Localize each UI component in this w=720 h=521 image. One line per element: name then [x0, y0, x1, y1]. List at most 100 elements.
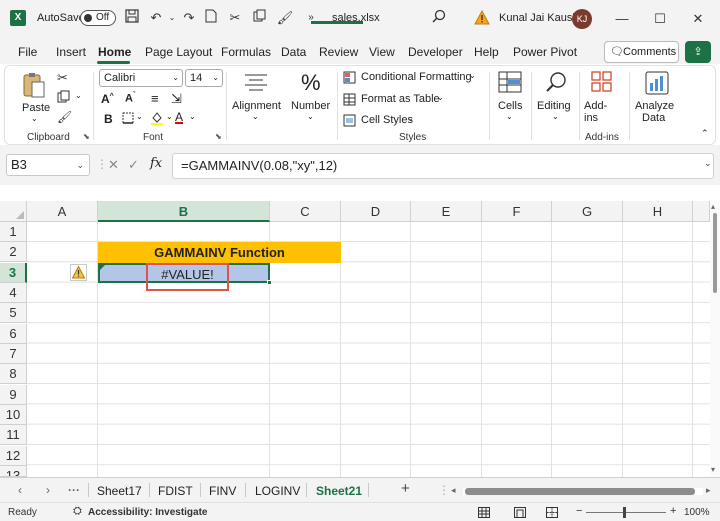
normal-view-icon[interactable]	[478, 507, 490, 521]
hscroll-left-icon[interactable]: ◂	[451, 485, 456, 496]
column-header-e[interactable]: E	[411, 201, 482, 222]
sheet-tab-sheet21[interactable]: Sheet21	[316, 484, 362, 498]
copy-dropdown-icon[interactable]: ⌄	[75, 91, 82, 100]
formula-input[interactable]: =GAMMAINV(0.08,"xy",12)	[172, 153, 714, 179]
zoom-in-icon[interactable]: +	[670, 505, 676, 517]
analyze-data-button[interactable]: Analyze Data	[633, 70, 681, 130]
menu-help[interactable]: Help	[474, 45, 499, 59]
minimize-icon[interactable]: —	[612, 9, 632, 29]
alignment-button[interactable]: Alignment ⌄	[230, 70, 282, 130]
row-header-10[interactable]: 10	[0, 405, 27, 425]
editing-button[interactable]: Editing ⌄	[535, 70, 575, 130]
row-header-12[interactable]: 12	[0, 446, 27, 466]
font-color-icon[interactable]: A	[175, 110, 183, 124]
menu-insert[interactable]: Insert	[56, 45, 86, 59]
cancel-entry-icon[interactable]: ✕	[108, 157, 119, 173]
decrease-font-icon[interactable]: Aˇ	[125, 92, 135, 105]
zoom-slider[interactable]	[586, 512, 666, 513]
column-header-f[interactable]: F	[482, 201, 552, 222]
column-header-c[interactable]: C	[270, 201, 341, 222]
accessibility-icon[interactable]: ⛭	[73, 505, 82, 518]
row-header-5[interactable]: 5	[0, 303, 27, 323]
vertical-scroll-thumb[interactable]	[713, 213, 717, 293]
column-header-g[interactable]: G	[552, 201, 623, 222]
search-icon[interactable]	[430, 9, 448, 27]
error-options-button[interactable]	[70, 264, 87, 281]
page-break-view-icon[interactable]	[546, 507, 558, 521]
menu-home[interactable]: Home	[98, 45, 131, 59]
font-launcher-icon[interactable]: ⬊	[215, 132, 222, 141]
copy-icon[interactable]	[250, 9, 268, 27]
filename-chevron-icon[interactable]: »	[302, 9, 320, 27]
new-file-icon[interactable]	[202, 9, 220, 27]
cell-styles-button[interactable]: Cell Styles ⌄	[343, 113, 433, 131]
menu-power-pivot[interactable]: Power Pivot	[513, 45, 577, 59]
column-header-b[interactable]: B	[98, 201, 270, 222]
wrap-icon[interactable]: ⇲	[171, 91, 182, 107]
increase-font-icon[interactable]: A^	[101, 92, 114, 106]
column-header-h[interactable]: H	[623, 201, 693, 222]
menu-data[interactable]: Data	[281, 45, 306, 59]
accessibility-status[interactable]: Accessibility: Investigate	[88, 507, 208, 518]
row-header-11[interactable]: 11	[0, 425, 27, 445]
page-layout-view-icon[interactable]	[514, 507, 526, 521]
avatar[interactable]: KJ	[572, 9, 592, 29]
row-header-1[interactable]: 1	[0, 222, 27, 242]
scroll-up-icon[interactable]: ▴	[711, 202, 715, 211]
format-as-table-button[interactable]: Format as Table ⌄	[343, 92, 463, 110]
tab-splitter-icon[interactable]: ⋮	[438, 483, 450, 497]
borders-icon[interactable]	[122, 112, 134, 127]
fill-handle[interactable]	[267, 280, 272, 285]
sheet-tab-fdist[interactable]: FDIST	[158, 484, 193, 498]
column-header-partial[interactable]	[693, 201, 710, 222]
select-all-button[interactable]	[0, 201, 27, 222]
cut-icon[interactable]: ✂	[57, 70, 68, 86]
row-header-9[interactable]: 9	[0, 385, 27, 405]
conditional-formatting-button[interactable]: Conditional Formatting ⌄	[343, 70, 483, 88]
borders-dropdown-icon[interactable]: ⌄	[136, 112, 143, 121]
add-sheet-icon[interactable]: +	[401, 480, 410, 497]
hscroll-right-icon[interactable]: ▸	[706, 485, 711, 496]
sheet-tab-sheet17[interactable]: Sheet17	[97, 484, 142, 498]
cells-button[interactable]: Cells ⌄	[493, 70, 527, 130]
cell-b2-title[interactable]: GAMMAINV Function	[98, 242, 341, 263]
fill-dropdown-icon[interactable]: ⌄	[166, 112, 173, 121]
close-icon[interactable]: ✕	[688, 9, 708, 29]
menu-file[interactable]: File	[18, 45, 37, 59]
menu-developer[interactable]: Developer	[408, 45, 463, 59]
column-header-a[interactable]: A	[27, 201, 98, 222]
row-header-6[interactable]: 6	[0, 324, 27, 344]
row-header-2[interactable]: 2	[0, 242, 27, 262]
autosave-toggle[interactable]: Off	[80, 10, 116, 26]
redo-icon[interactable]: ↷	[180, 9, 198, 27]
comments-button[interactable]: 🗨 Comments	[604, 41, 679, 63]
copy-icon[interactable]	[57, 90, 71, 107]
menu-page-layout[interactable]: Page Layout	[145, 45, 212, 59]
maximize-icon[interactable]: ☐	[650, 9, 670, 29]
row-header-3[interactable]: 3	[0, 263, 27, 283]
sheet-tab-loginv[interactable]: LOGINV	[255, 484, 300, 498]
font-size-select[interactable]: 14 ⌄	[185, 69, 223, 87]
row-header-4[interactable]: 4	[0, 283, 27, 303]
clipboard-launcher-icon[interactable]: ⬊	[83, 132, 90, 141]
scroll-down-icon[interactable]: ▾	[711, 465, 715, 474]
expand-formula-bar-icon[interactable]: ⌄	[704, 158, 712, 169]
menu-formulas[interactable]: Formulas	[221, 45, 271, 59]
bold-icon[interactable]: B	[104, 112, 113, 126]
collapse-ribbon-icon[interactable]: ⌃	[701, 128, 709, 139]
number-button[interactable]: % Number ⌄	[288, 70, 334, 130]
vertical-scrollbar[interactable]: ▴ ▾	[710, 201, 720, 477]
tab-scroll-left-icon[interactable]: ‹	[18, 483, 22, 497]
warning-icon[interactable]	[474, 9, 490, 26]
name-box[interactable]: B3 ⌄	[6, 154, 90, 176]
save-icon[interactable]	[123, 9, 141, 27]
font-color-dropdown-icon[interactable]: ⌄	[189, 112, 196, 121]
cut-icon[interactable]: ✂	[226, 9, 244, 27]
menu-view[interactable]: View	[369, 45, 395, 59]
confirm-entry-icon[interactable]: ✓	[128, 157, 139, 173]
sheet-tab-finv[interactable]: FINV	[209, 484, 236, 498]
undo-dropdown-icon[interactable]: ⌄	[163, 9, 181, 27]
horizontal-scroll-thumb[interactable]	[465, 488, 695, 495]
zoom-out-icon[interactable]: −	[576, 505, 582, 517]
format-painter-icon[interactable]: 🖌	[276, 9, 294, 27]
